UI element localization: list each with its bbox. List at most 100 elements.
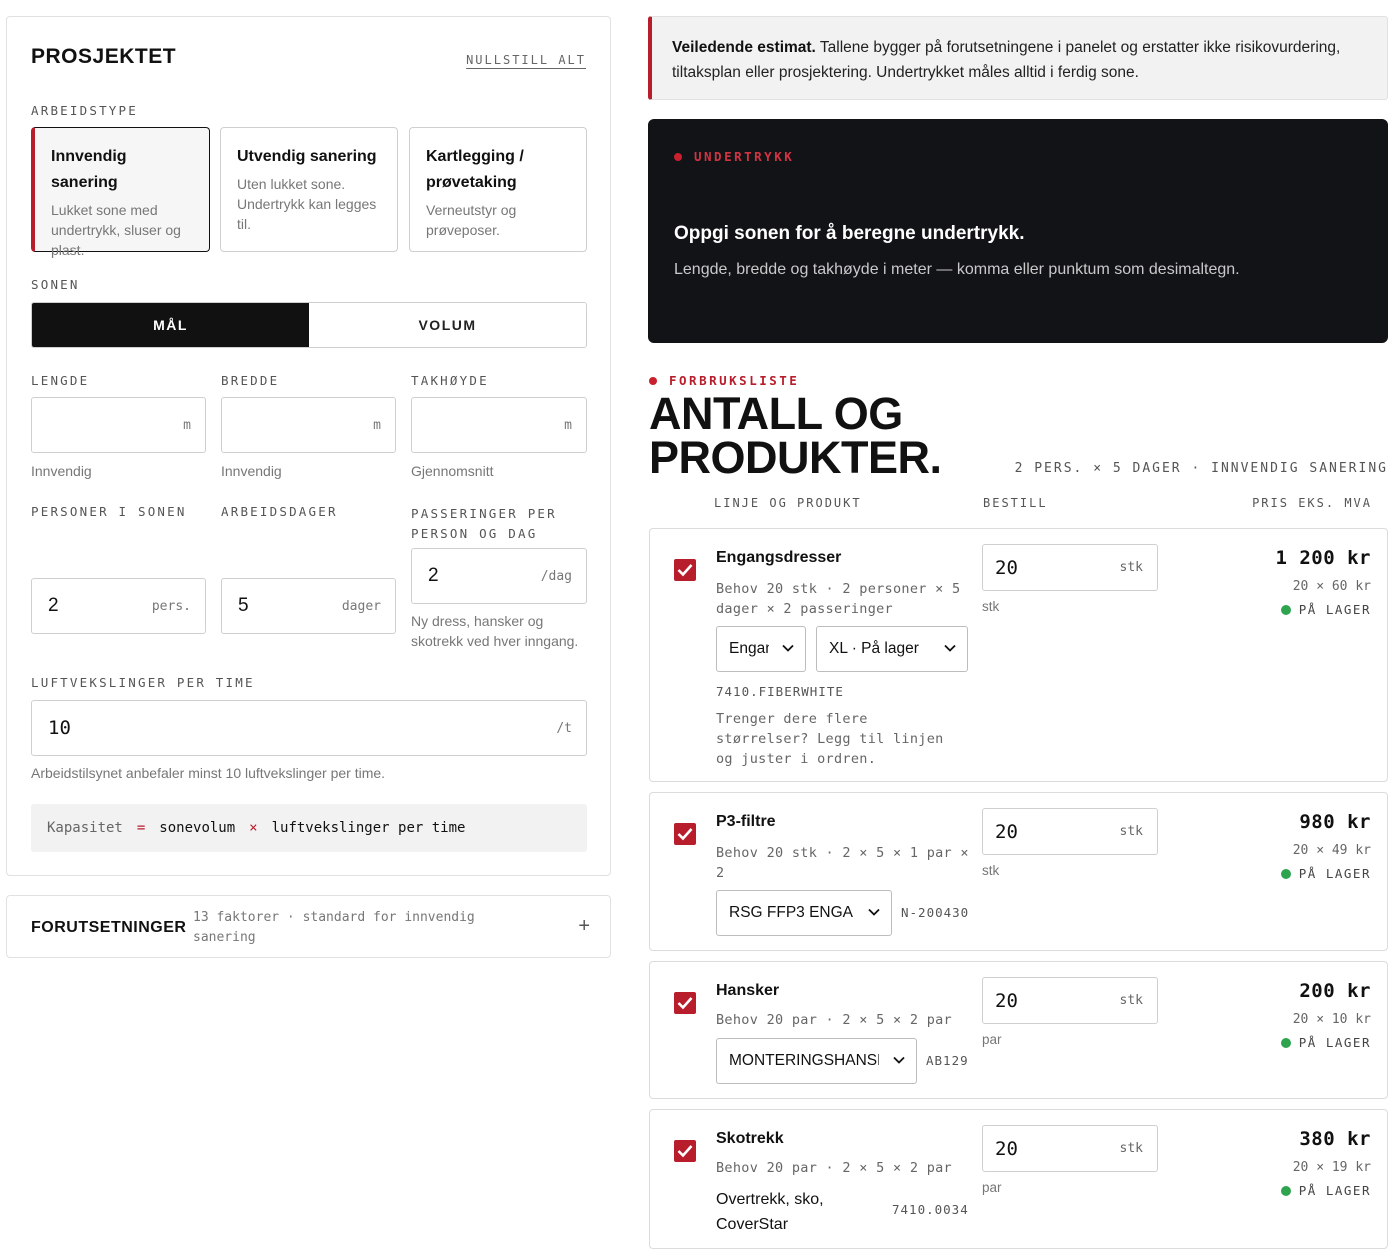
quantity-input[interactable]: 20 stk [982,977,1158,1024]
days-field[interactable]: 5 dager [221,578,396,634]
item-price: 380 kr 20 × 19 kr PÅ LAGER [1280,1128,1371,1198]
product-select[interactable]: RSG FFP3 ENGANGS [716,890,892,936]
stock-label: PÅ LAGER [1298,1183,1371,1198]
checkbox[interactable] [674,559,696,581]
item-need: Behov 20 stk · 2 personer × 5 dager × 2 … [716,581,961,617]
days-label: ARBEIDSDAGER [221,504,338,519]
reset-all-link[interactable]: NULLSTILL ALT [466,53,586,67]
formula-term-air: luftvekslinger per time [271,820,466,836]
tab-dimensions[interactable]: MÅL [32,303,309,347]
work-type-title: Utvendig sanering [237,148,377,165]
checkbox[interactable] [674,992,696,1014]
pressure-kicker-row: UNDERTRYKK [674,149,794,164]
length-unit: m [183,417,191,433]
price-calc: 20 × 60 kr [1292,579,1371,594]
quantity-value: 20 [995,556,1018,579]
assumptions-desc: 13 faktorer · standard for innvendig san… [193,910,475,945]
passes-unit: /dag [540,568,572,584]
item-price: 200 kr 20 × 10 kr PÅ LAGER [1280,980,1371,1050]
quantity-unit-label: stk [982,599,1000,614]
quantity-input[interactable]: 20 stk [982,1125,1158,1172]
item-sku: 7410.FIBERWHITE [716,684,844,699]
persons-label: PERSONER I SONEN [31,504,187,519]
work-type-title: Innvendig sanering [51,148,127,191]
item-need: Behov 20 par · 2 × 5 × 2 par [716,1012,952,1028]
stock-label: PÅ LAGER [1298,602,1371,617]
passes-value: 2 [428,565,439,586]
product-select-value: RSG FFP3 ENGANGS [729,904,853,921]
title-line-1: ANTALL OG [649,388,903,439]
chevron-down-icon [782,644,794,652]
checkbox[interactable] [674,1140,696,1162]
capacity-formula: Kapasitet = sonevolum × luftvekslinger p… [31,804,587,852]
persons-unit: pers. [151,598,191,614]
col-order: BESTILL [983,496,1048,510]
work-type-card-survey[interactable]: Kartlegging / prøvetaking Verneutstyr og… [409,127,587,252]
in-stock-icon [1280,604,1291,615]
work-type-card-outdoor[interactable]: Utvendig sanering Uten lukket sone. Unde… [220,127,398,252]
tab-volume[interactable]: VOLUM [309,303,586,347]
quantity-unit: stk [1119,1141,1143,1156]
quantity-unit-label: stk [982,863,1000,878]
work-type-desc: Lukket sone med undertrykk, sluser og pl… [51,202,181,258]
formula-term-capacity: Kapasitet [47,820,123,836]
work-type-label: ARBEIDSTYPE [31,103,138,118]
quantity-unit-label: par [982,1180,1002,1195]
panel-title: PROSJEKTET [31,45,177,68]
item-note: Trenger dere flere størrelser? Legg til … [716,711,944,767]
air-changes-field[interactable]: 10 /t [31,700,587,756]
width-field[interactable]: m [221,397,396,453]
persons-value: 2 [48,595,59,616]
item-product: Overtrekk, sko, CoverStar [716,1191,824,1233]
persons-field[interactable]: 2 pers. [31,578,206,634]
size-select[interactable]: XL · På lager [816,626,968,672]
length-hint: Innvendig [31,463,92,479]
bullet-icon [674,152,682,161]
expand-icon[interactable]: + [578,915,590,938]
in-stock-icon [1280,868,1291,879]
quantity-unit-label: par [982,1032,1002,1047]
width-unit: m [373,417,381,433]
col-price: PRIS EKS. MVA [1252,496,1372,510]
quantity-input[interactable]: 20 stk [982,808,1158,855]
assumptions-panel[interactable]: FORUTSETNINGER 13 faktorer · standard fo… [6,895,611,958]
size-select-value: XL · På lager [829,640,919,657]
check-icon [677,564,693,577]
quantity-unit: stk [1119,824,1143,839]
work-type-desc: Uten lukket sone. Undertrykk kan legges … [237,176,377,232]
price-total: 380 kr [1299,1128,1371,1150]
width-hint: Innvendig [221,463,282,479]
zone-mode-toggle: MÅL VOLUM [31,302,587,348]
consumption-kicker-row: FORBRUKSLISTE [649,373,799,388]
quantity-value: 20 [995,1137,1018,1160]
air-value: 10 [48,717,71,739]
quantity-input[interactable]: 20 stk [982,544,1158,591]
length-label: LENGDE [31,373,90,388]
work-type-card-indoor[interactable]: Innvendig sanering Lukket sone med under… [31,127,210,258]
title-line-2: PRODUKTER. [649,432,942,483]
item-name: Engangsdresser [716,549,842,566]
item-sku: 7410.0034 [892,1202,969,1217]
chevron-down-icon [944,644,956,652]
in-stock-icon [1280,1185,1291,1196]
stock-status: PÅ LAGER [1280,1035,1371,1050]
consumption-title: ANTALL OG PRODUKTER. [649,388,942,483]
passes-field[interactable]: 2 /dag [411,548,587,604]
air-label: LUFTVEKSLINGER PER TIME [31,675,255,690]
length-field[interactable]: m [31,397,206,453]
height-hint: Gjennomsnitt [411,463,494,479]
item-name: Skotrekk [716,1130,784,1147]
product-select[interactable]: MONTERINGSHANSKE [716,1038,917,1084]
work-type-desc: Verneutstyr og prøveposer. [426,202,517,238]
height-unit: m [564,417,572,433]
checkbox[interactable] [674,823,696,845]
air-unit: /t [556,720,572,736]
formula-times: × [249,820,258,836]
list-item: Engangsdresser Behov 20 stk · 2 personer… [649,528,1388,782]
product-select-value: MONTERINGSHANSKE [729,1052,879,1069]
price-total: 200 kr [1299,980,1371,1002]
zone-label: SONEN [31,277,80,292]
notice-bold: Veiledende estimat. [672,39,816,56]
product-select[interactable]: Engangsdress [716,626,806,672]
height-field[interactable]: m [411,397,587,453]
